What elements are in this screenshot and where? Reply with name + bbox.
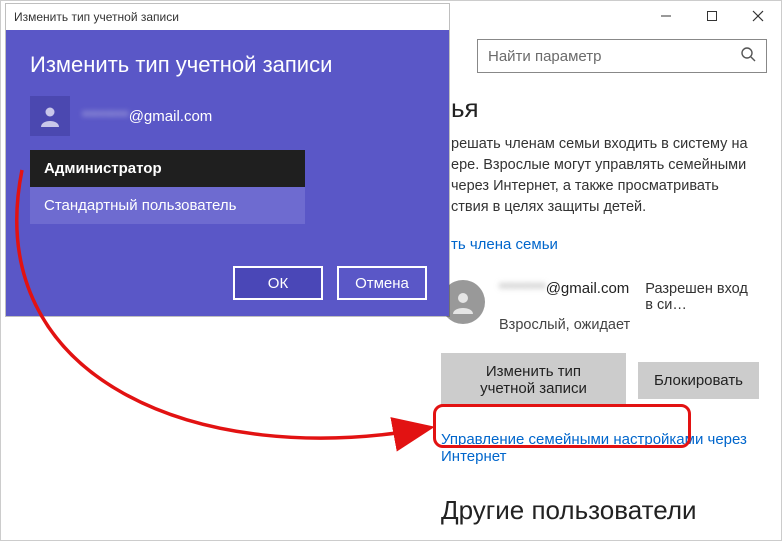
close-icon [752,10,764,22]
dialog-user-row: ********@gmail.com [30,96,425,136]
avatar [30,96,70,136]
change-account-type-button[interactable]: Изменить тип учетной записи [441,353,626,407]
add-family-member-link[interactable]: ть члена семьи [451,236,558,253]
account-type-select[interactable]: Администратор Стандартный пользователь [30,150,305,224]
user-icon [38,104,62,128]
user-login-status: Разрешен вход в си… [645,281,759,313]
minimize-icon [660,10,672,22]
search-input[interactable]: Найти параметр [477,39,767,73]
role-option-admin[interactable]: Администратор [30,150,305,187]
block-button[interactable]: Блокировать [638,362,759,399]
search-placeholder: Найти параметр [488,48,740,65]
dialog-title: Изменить тип учетной записи [14,10,179,24]
minimize-button[interactable] [643,1,689,31]
other-users-header: Другие пользователи [441,495,759,526]
maximize-icon [706,10,718,22]
role-option-standard[interactable]: Стандартный пользователь [30,187,305,224]
family-section-header: ья [451,93,759,124]
family-section-text: решать членам семьи входить в систему на… [451,134,759,218]
dialog-heading: Изменить тип учетной записи [30,52,425,78]
family-user-card: ********@gmail.com Разрешен вход в си… В… [441,280,759,333]
user-icon [450,289,476,315]
change-account-type-dialog: Изменить тип учетной записи Изменить тип… [6,4,449,316]
maximize-button[interactable] [689,1,735,31]
dialog-title-bar: Изменить тип учетной записи [6,4,449,30]
user-sub-status: Взрослый, ожидает [499,317,759,333]
cancel-button[interactable]: Отмена [337,266,427,300]
search-icon [740,46,756,67]
ok-button[interactable]: ОК [233,266,323,300]
dialog-user-email: ********@gmail.com [82,108,212,125]
user-email: ********@gmail.com [499,280,629,297]
close-button[interactable] [735,1,781,31]
manage-family-link[interactable]: Управление семейными настройками через И… [441,431,759,465]
